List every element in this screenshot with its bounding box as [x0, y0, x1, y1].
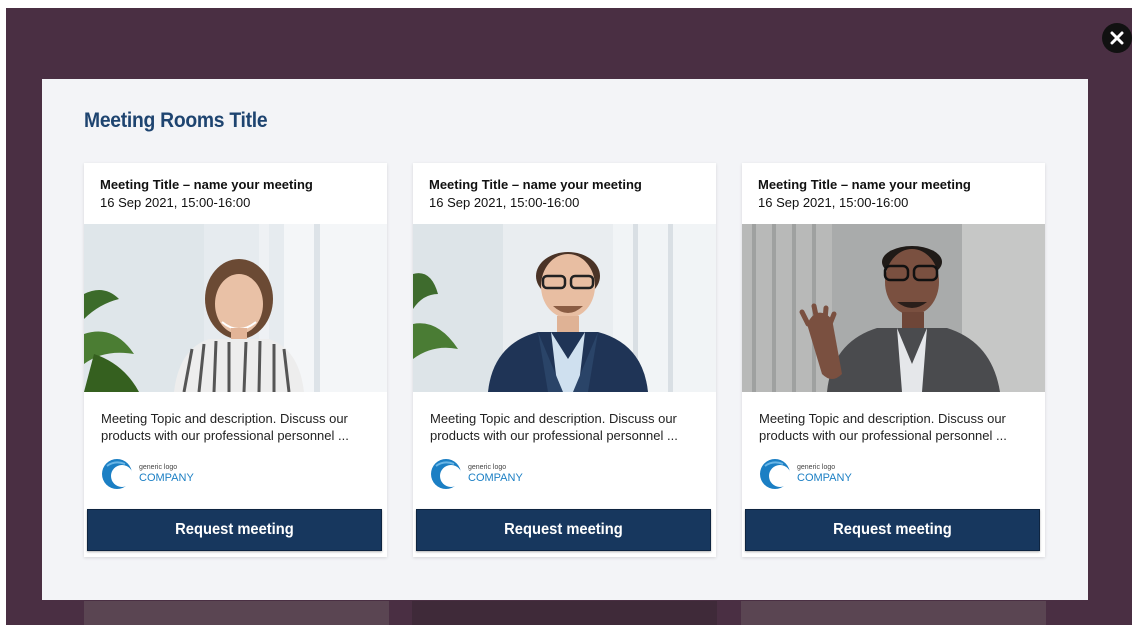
logo-tagline: generic logo [139, 463, 178, 471]
logo-company-name: COMPANY [797, 471, 852, 484]
meeting-description: Meeting Topic and description. Discuss o… [759, 411, 1007, 443]
backdrop-card-peek [84, 601, 389, 625]
meeting-title: Meeting Title – name your meeting [758, 177, 971, 192]
meeting-card: Meeting Title – name your meeting 16 Sep… [84, 163, 387, 557]
company-logo: generic logo COMPANY [430, 458, 523, 490]
company-logo-icon [102, 459, 133, 489]
close-button[interactable] [1102, 23, 1132, 53]
meeting-datetime: 16 Sep 2021, 15:00-16:00 [429, 195, 580, 210]
company-logo: generic logo COMPANY [759, 458, 852, 490]
request-meeting-label: Request meeting [504, 521, 623, 538]
meeting-card: Meeting Title – name your meeting 16 Sep… [413, 163, 716, 557]
backdrop-card-peek [741, 601, 1046, 625]
meeting-datetime: 16 Sep 2021, 15:00-16:00 [758, 195, 909, 210]
logo-tagline: generic logo [797, 463, 836, 471]
presenter-photo [413, 224, 716, 392]
meeting-description: Meeting Topic and description. Discuss o… [430, 411, 678, 443]
logo-company-name: COMPANY [468, 471, 523, 484]
company-logo: generic logo COMPANY [101, 458, 194, 490]
company-logo-icon [760, 459, 791, 489]
request-meeting-button[interactable]: Request meeting [87, 509, 382, 551]
meeting-title: Meeting Title – name your meeting [100, 177, 313, 192]
presenter-photo [84, 224, 387, 392]
company-logo-icon [431, 459, 462, 489]
close-icon [1110, 31, 1124, 45]
logo-company-name: COMPANY [139, 471, 194, 484]
presenter-photo [742, 224, 1045, 392]
meeting-description: Meeting Topic and description. Discuss o… [101, 411, 349, 443]
request-meeting-label: Request meeting [175, 521, 294, 538]
meeting-datetime: 16 Sep 2021, 15:00-16:00 [100, 195, 251, 210]
logo-tagline: generic logo [468, 463, 507, 471]
backdrop-card-peek [412, 601, 717, 625]
request-meeting-button[interactable]: Request meeting [745, 509, 1040, 551]
meeting-rooms-modal: Meeting Rooms Title Meeting Title – name… [42, 79, 1088, 600]
meeting-title: Meeting Title – name your meeting [429, 177, 642, 192]
meeting-card: Meeting Title – name your meeting 16 Sep… [742, 163, 1045, 557]
request-meeting-label: Request meeting [833, 521, 952, 538]
request-meeting-button[interactable]: Request meeting [416, 509, 711, 551]
modal-title: Meeting Rooms Title [84, 109, 268, 132]
